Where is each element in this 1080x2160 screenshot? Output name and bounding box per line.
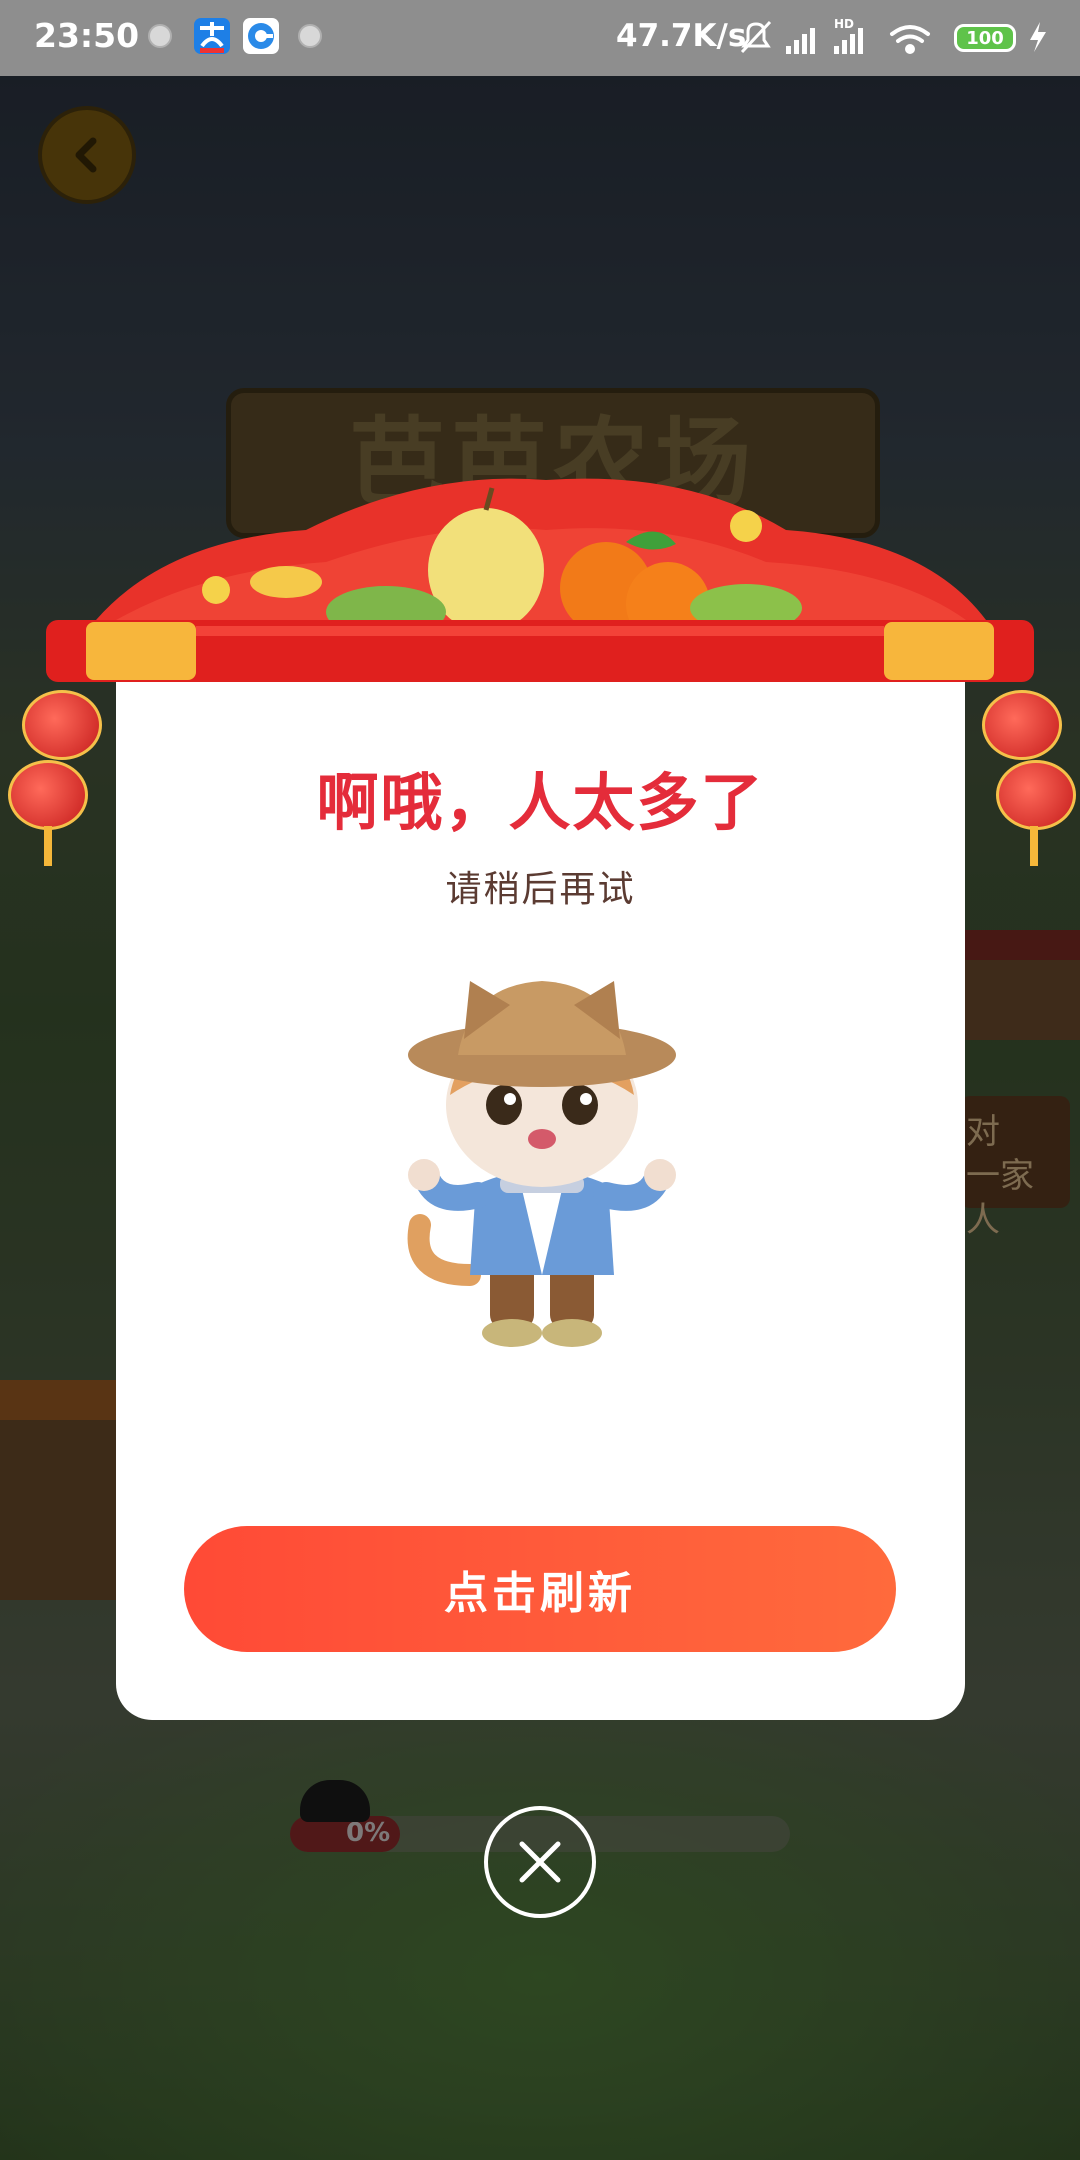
browser-app-icon [243, 18, 279, 54]
wifi-icon [890, 25, 930, 54]
coin-icon [730, 510, 762, 542]
lantern-tassel [44, 826, 52, 866]
farmer-cat-mascot [407, 981, 676, 1347]
battery-level: 100 [966, 27, 1004, 49]
lantern-icon [22, 690, 102, 760]
charging-bolt-icon [1030, 22, 1046, 52]
mute-bell-icon [740, 20, 772, 54]
lantern-icon [8, 760, 88, 830]
close-button[interactable] [484, 1806, 596, 1918]
notification-dot-icon [148, 24, 172, 48]
refresh-button-label: 点击刷新 [444, 1568, 636, 1619]
status-bar: 23:50 47.7K/s HD 100 [0, 0, 1080, 76]
dialog-title: 啊哦，人太多了 [316, 766, 765, 839]
close-icon [519, 1841, 561, 1883]
signal-hd-icon: HD [834, 17, 863, 54]
network-speed: 47.7K/s [616, 18, 747, 54]
coin-icon [202, 576, 230, 604]
refresh-button[interactable]: 点击刷新 [184, 1526, 896, 1652]
svg-text:HD: HD [834, 17, 854, 31]
notification-dot-icon [298, 24, 322, 48]
status-icons: HD [740, 17, 930, 54]
lantern-icon [996, 760, 1076, 830]
lantern-icon [982, 690, 1062, 760]
alipay-app-icon [194, 18, 230, 54]
status-time: 23:50 [34, 16, 140, 55]
lantern-tassel [1030, 826, 1038, 866]
dialog-subtitle: 请稍后再试 [445, 869, 636, 910]
festive-fruit-banner [46, 478, 1034, 682]
signal-icon [786, 28, 815, 54]
gold-ingot-icon [250, 566, 322, 598]
battery-icon: 100 [954, 24, 1016, 52]
